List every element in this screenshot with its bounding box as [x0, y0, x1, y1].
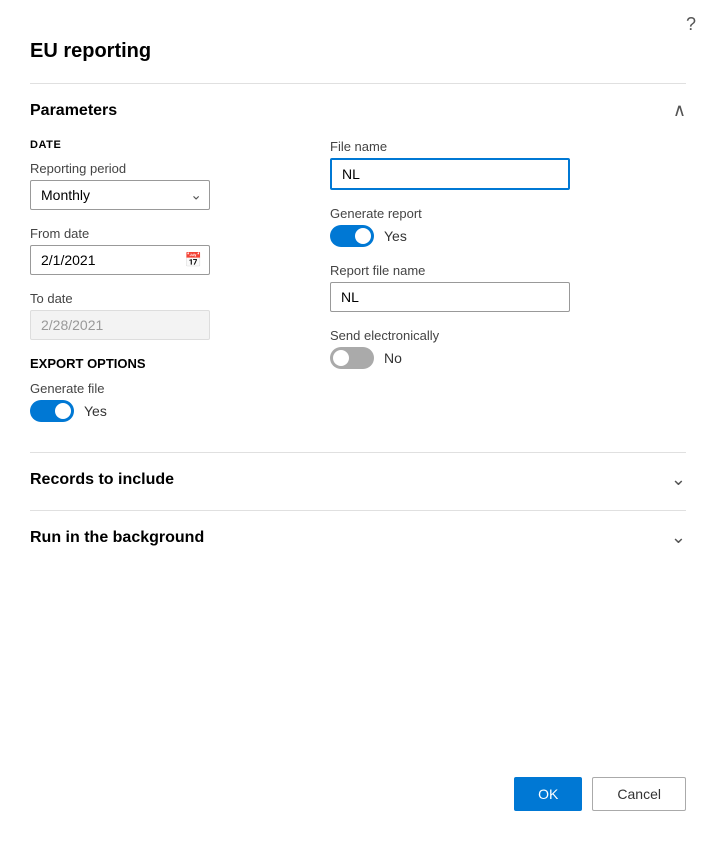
send-electronically-toggle-track[interactable] [330, 347, 374, 369]
date-section-label: DATE [30, 139, 290, 151]
file-name-group: File name [330, 139, 686, 190]
send-electronically-toggle-thumb [333, 350, 349, 366]
generate-file-value: Yes [84, 403, 107, 419]
from-date-label: From date [30, 226, 290, 241]
generate-report-toggle[interactable] [330, 225, 374, 247]
records-section-header[interactable]: Records to include ⌄ [30, 453, 686, 500]
parameters-section-content: DATE Reporting period Monthly ⌄ From dat… [30, 131, 686, 442]
generate-report-label: Generate report [330, 206, 686, 221]
parameters-section-title: Parameters [30, 102, 117, 120]
report-file-name-input[interactable] [330, 282, 570, 312]
generate-file-toggle[interactable] [30, 400, 74, 422]
send-electronically-value: No [384, 350, 402, 366]
background-section: Run in the background ⌄ [30, 510, 686, 558]
parameters-left-col: DATE Reporting period Monthly ⌄ From dat… [30, 139, 290, 422]
generate-file-toggle-track[interactable] [30, 400, 74, 422]
records-section-title: Records to include [30, 471, 174, 489]
reporting-period-label: Reporting period [30, 161, 290, 176]
cancel-button[interactable]: Cancel [592, 777, 686, 811]
generate-report-toggle-thumb [355, 228, 371, 244]
parameters-section: Parameters ∧ DATE Reporting period Month… [30, 83, 686, 442]
to-date-wrapper [30, 310, 210, 340]
generate-report-toggle-track[interactable] [330, 225, 374, 247]
page-title: EU reporting [0, 0, 716, 73]
file-name-input[interactable] [330, 158, 570, 190]
parameters-two-col: DATE Reporting period Monthly ⌄ From dat… [30, 139, 686, 422]
send-electronically-toggle-row: No [330, 347, 686, 369]
report-file-name-group: Report file name [330, 263, 686, 312]
from-date-input[interactable] [30, 245, 210, 275]
generate-report-value: Yes [384, 228, 407, 244]
help-icon-container: ? [686, 14, 696, 35]
send-electronically-toggle[interactable] [330, 347, 374, 369]
from-date-wrapper: 📅 [30, 245, 210, 275]
to-date-label: To date [30, 291, 290, 306]
ok-button[interactable]: OK [514, 777, 582, 811]
to-date-input [30, 310, 210, 340]
generate-report-group: Generate report Yes [330, 206, 686, 247]
help-icon[interactable]: ? [686, 14, 696, 34]
generate-file-toggle-thumb [55, 403, 71, 419]
export-options-label: EXPORT OPTIONS [30, 356, 290, 371]
send-electronically-label: Send electronically [330, 328, 686, 343]
report-file-name-label: Report file name [330, 263, 686, 278]
background-section-title: Run in the background [30, 529, 204, 547]
parameters-right-col: File name Generate report Yes [330, 139, 686, 422]
records-collapse-icon: ⌄ [671, 469, 686, 490]
file-name-label: File name [330, 139, 686, 154]
to-date-group: To date [30, 291, 290, 340]
reporting-period-select[interactable]: Monthly [30, 180, 210, 210]
parameters-section-header[interactable]: Parameters ∧ [30, 84, 686, 131]
reporting-period-select-wrapper: Monthly ⌄ [30, 180, 210, 210]
background-collapse-icon: ⌄ [671, 527, 686, 548]
parameters-collapse-icon: ∧ [673, 100, 686, 121]
reporting-period-group: Reporting period Monthly ⌄ [30, 161, 290, 210]
generate-file-toggle-row: Yes [30, 400, 290, 422]
send-electronically-group: Send electronically No [330, 328, 686, 369]
records-section: Records to include ⌄ [30, 452, 686, 500]
from-date-group: From date 📅 [30, 226, 290, 275]
background-section-header[interactable]: Run in the background ⌄ [30, 511, 686, 558]
bottom-buttons: OK Cancel [514, 777, 686, 811]
generate-file-label: Generate file [30, 381, 290, 396]
generate-report-toggle-row: Yes [330, 225, 686, 247]
